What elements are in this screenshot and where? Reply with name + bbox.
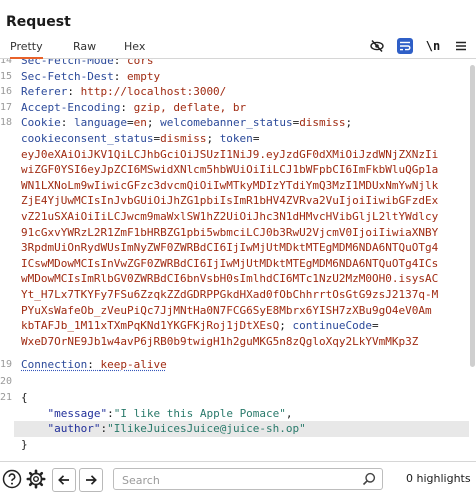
token-line: eyJ0eXAiOiJKV1QiLCJhbGciOiJSUzI1NiJ9.eyJ… (21, 147, 438, 163)
panel-title: Request (6, 13, 71, 31)
wrap-lines-icon[interactable] (397, 38, 413, 54)
view-tabs: Pretty Raw Hex \n (0, 36, 476, 59)
line-number: 21 (0, 390, 11, 406)
json-open-brace: { (21, 390, 28, 406)
line-number: 17 (0, 100, 11, 116)
search-input[interactable] (120, 471, 354, 489)
header-line: Sec-Fetch-Mode: cors (21, 59, 153, 69)
header-line: Referer: http://localhost:3000/ (21, 84, 226, 100)
scrollbar-thumb[interactable] (470, 65, 475, 367)
header-line: Sec-Fetch-Dest: empty (21, 69, 160, 85)
highlights-count: 0 highlights (406, 472, 471, 485)
token-line: 91cGxvYWRzL2R1ZmF1bHRBZG1pbi5wbmciLCJ0b3… (21, 225, 438, 241)
token-line: 3RpdmUiOnRydWUsImNyZWF0ZWRBdCI6IjIwMjUtM… (21, 240, 438, 256)
json-author-line: "author":"IlikeJuicesJuice@juice-sh.op" (21, 421, 306, 437)
token-line: ICswMDowMCIsInVwZGF0ZWRBdCI6IjIwMjUtMDkt… (21, 256, 438, 272)
token-line: vZ21uSXAiOiIiLCJwcm9maWxlSW1hZ2UiOiJhc3N… (21, 209, 438, 225)
bottom-toolbar: 0 highlights (0, 461, 476, 500)
tab-hex[interactable]: Hex (124, 39, 145, 57)
cookie-line: cookieconsent_status=dismiss; token= (21, 131, 259, 147)
continue-code-line: WxeD7OrNE9Jb1w4avP6jRB0b9twigH1h2guMKG5n… (21, 334, 418, 350)
header-line: Accept-Encoding: gzip, deflate, br (21, 100, 246, 116)
request-editor[interactable]: 14 15 16 17 18 19 20 21 Sec-Fetch-Mode: … (0, 59, 476, 460)
request-panel-header: Request (0, 0, 476, 36)
tab-pretty[interactable]: Pretty (10, 39, 43, 59)
connection-line: Connection: keep-alive (21, 357, 167, 373)
token-line: Yt_H7Lx7TKYFy7FSu6ZzqkZZdGDRPPGkdHXad0fO… (21, 287, 438, 303)
search-icon (362, 472, 376, 486)
token-line: wMDowMCIsImRlbGV0ZWRBdCI6bnVsbH0sImlhdCI… (21, 271, 438, 287)
help-icon[interactable] (1, 468, 23, 490)
arrow-left-icon (57, 473, 71, 487)
line-number: 20 (0, 374, 11, 390)
token-line: PYuXsWafeOb_zVeuPiQc7JjMNtHa0N7FCG6SyE8M… (21, 303, 432, 319)
token-line: WN1LXNoLm9wIiwicGFzc3dvcmQiOiIwMTkyMDIzY… (21, 178, 438, 194)
token-line: kbTAFJb_1M11xTXmPqKNd1YKGFKjRoj1jDtXEsQ;… (21, 318, 379, 334)
previous-match-button[interactable] (52, 468, 76, 492)
arrow-right-icon (84, 473, 98, 487)
line-number: 19 (0, 357, 11, 373)
settings-gear-icon[interactable] (25, 468, 47, 490)
tab-raw[interactable]: Raw (73, 39, 96, 57)
eye-off-icon[interactable] (369, 38, 385, 54)
next-match-button[interactable] (79, 468, 103, 492)
json-close-brace: } (21, 437, 28, 453)
search-box[interactable] (113, 468, 383, 490)
line-number: 14 (0, 59, 11, 69)
line-number: 18 (0, 115, 11, 131)
token-line: ZjE4YjUwMCIsInJvbGUiOiJhZG1pbiIsImR1bHV4… (21, 193, 438, 209)
token-line: wiZGF0YSI6eyJpZCI6MSwidXNlcm5hbWUiOiIiLC… (21, 162, 438, 178)
newline-toggle-icon[interactable]: \n (425, 38, 441, 54)
line-number: 15 (0, 69, 11, 85)
menu-icon[interactable] (453, 38, 469, 54)
json-message-line: "message":"I like this Apple Pomace", (21, 406, 293, 422)
cookie-line: Cookie: language=en; welcomebanner_statu… (21, 115, 352, 131)
line-number: 16 (0, 84, 11, 100)
